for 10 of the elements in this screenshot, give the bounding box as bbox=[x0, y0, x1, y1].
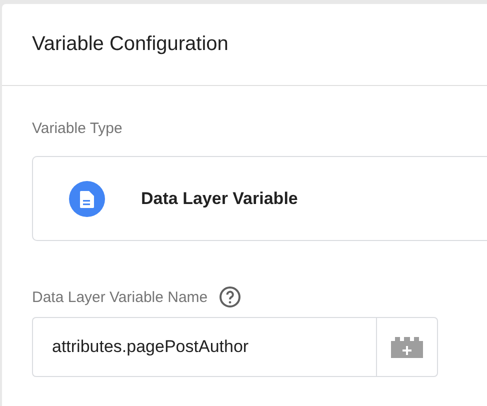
section-label: Variable Type bbox=[32, 120, 124, 137]
brick-plus-icon bbox=[389, 335, 425, 359]
field-label: Data Layer Variable Name bbox=[32, 288, 208, 306]
variable-name-field[interactable]: attributes.pagePostAuthor bbox=[32, 317, 376, 377]
help-icon[interactable] bbox=[218, 285, 242, 309]
variable-type-card[interactable]: Data Layer Variable bbox=[32, 156, 487, 241]
variable-picker-button[interactable] bbox=[376, 317, 438, 377]
variable-type-name: Data Layer Variable bbox=[141, 188, 298, 208]
document-icon bbox=[69, 180, 105, 216]
panel-title: Variable Configuration bbox=[32, 33, 228, 55]
